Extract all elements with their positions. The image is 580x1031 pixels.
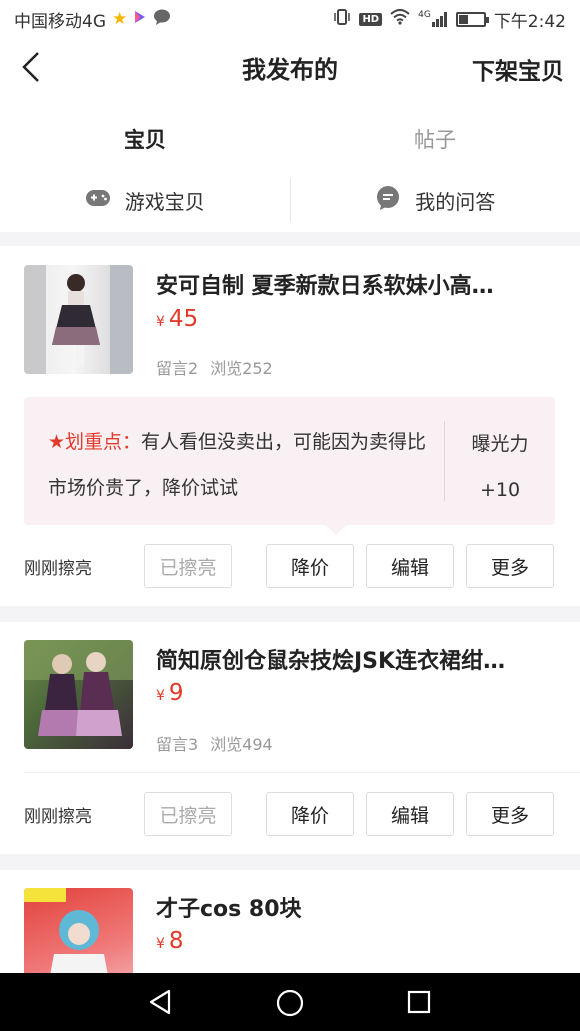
price-value: 8 <box>168 928 184 954</box>
more-button[interactable]: 更多 <box>466 792 554 836</box>
main-tabs: 宝贝 帖子 <box>0 96 580 178</box>
more-button[interactable]: 更多 <box>466 544 554 588</box>
view-count: 浏览494 <box>210 735 273 754</box>
app-notification-icon <box>133 9 147 30</box>
item-title[interactable]: 简知原创仓鼠杂技烩JSK连衣裙绀… <box>156 643 505 675</box>
system-navigation-bar <box>0 973 580 1031</box>
delist-items-button[interactable]: 下架宝贝 <box>472 52 564 86</box>
sub-tabs: 游戏宝贝 我的问答 <box>0 168 580 232</box>
battery-icon <box>455 11 489 27</box>
tip-text: ★划重点：有人看但没卖出，可能因为卖得比市场价贵了，降价试试 <box>48 419 440 511</box>
price-value: 45 <box>168 306 199 332</box>
exposure-label: 曝光力 <box>471 433 529 455</box>
item-thumbnail[interactable] <box>24 888 133 973</box>
back-arrow-icon[interactable] <box>18 50 48 84</box>
price-symbol: ¥ <box>156 314 165 330</box>
network-type-label: 4G <box>418 10 431 20</box>
item-actions: 刚刚擦亮 已擦亮 降价 编辑 更多 <box>0 544 580 588</box>
price-symbol: ¥ <box>156 936 165 952</box>
subtab-game-items[interactable]: 游戏宝贝 <box>0 186 290 215</box>
clock-label: 下午2:42 <box>493 11 566 32</box>
price-symbol: ¥ <box>156 688 165 704</box>
comment-count: 留言3 <box>156 735 199 754</box>
tab-posts[interactable]: 帖子 <box>290 96 580 178</box>
message-icon <box>153 9 171 30</box>
item-price: ¥8 <box>156 928 184 954</box>
edit-button[interactable]: 编辑 <box>366 544 454 588</box>
view-count: 浏览252 <box>210 359 273 378</box>
status-bar: 中国移动4G ★ HD 4G 下午2:42 <box>0 0 580 38</box>
vibrate-icon <box>333 9 351 29</box>
wifi-icon <box>390 8 410 30</box>
item-actions: 刚刚擦亮 已擦亮 降价 编辑 更多 <box>0 792 580 836</box>
subtab-my-qa-label: 我的问答 <box>415 189 496 214</box>
row-divider <box>24 772 580 773</box>
header-bar: 我发布的 下架宝贝 <box>0 38 580 96</box>
tab-items[interactable]: 宝贝 <box>0 96 290 178</box>
chat-bubble-icon <box>375 185 401 216</box>
item-card[interactable]: 安可自制 夏季新款日系软妹小高… ¥45 留言2 浏览252 ★划重点：有人看但… <box>0 246 580 606</box>
nav-back-icon[interactable] <box>146 988 174 1020</box>
item-price: ¥9 <box>156 680 184 706</box>
gamepad-icon <box>85 188 111 212</box>
reduce-price-button[interactable]: 降价 <box>266 792 354 836</box>
exposure-info: 曝光力 +10 <box>445 421 555 513</box>
subtab-game-items-label: 游戏宝贝 <box>124 189 205 214</box>
polished-button[interactable]: 已擦亮 <box>144 792 232 836</box>
comment-count: 留言2 <box>156 359 199 378</box>
signal-icon: 4G <box>418 11 448 27</box>
item-thumbnail[interactable] <box>24 640 133 749</box>
polished-button[interactable]: 已擦亮 <box>144 544 232 588</box>
hd-badge: HD <box>359 12 383 26</box>
tip-pointer <box>326 525 346 535</box>
nav-recents-icon[interactable] <box>405 988 433 1020</box>
polish-status: 刚刚擦亮 <box>24 559 92 579</box>
item-thumbnail[interactable] <box>24 265 133 374</box>
nav-home-icon[interactable] <box>275 988 305 1022</box>
item-title[interactable]: 安可自制 夏季新款日系软妹小高… <box>156 268 494 300</box>
item-stats: 留言2 浏览252 <box>156 355 273 379</box>
price-value: 9 <box>168 680 184 706</box>
item-title[interactable]: 才子cos 80块 <box>156 891 302 923</box>
item-stats: 留言3 浏览494 <box>156 731 273 755</box>
exposure-value: +10 <box>479 479 521 501</box>
item-price: ¥45 <box>156 306 198 332</box>
item-card[interactable]: 才子cos 80块 ¥8 <box>0 870 580 973</box>
star-icon: ★ <box>112 9 128 29</box>
item-card[interactable]: 简知原创仓鼠杂技烩JSK连衣裙绀… ¥9 留言3 浏览494 刚刚擦亮 已擦亮 … <box>0 622 580 854</box>
price-tip-box: ★划重点：有人看但没卖出，可能因为卖得比市场价贵了，降价试试 曝光力 +10 <box>24 397 555 535</box>
polish-status: 刚刚擦亮 <box>24 807 92 827</box>
subtab-my-qa[interactable]: 我的问答 <box>291 185 580 216</box>
carrier-label: 中国移动4G <box>14 11 106 32</box>
edit-button[interactable]: 编辑 <box>366 792 454 836</box>
reduce-price-button[interactable]: 降价 <box>266 544 354 588</box>
tip-highlight: ★划重点： <box>48 431 142 453</box>
